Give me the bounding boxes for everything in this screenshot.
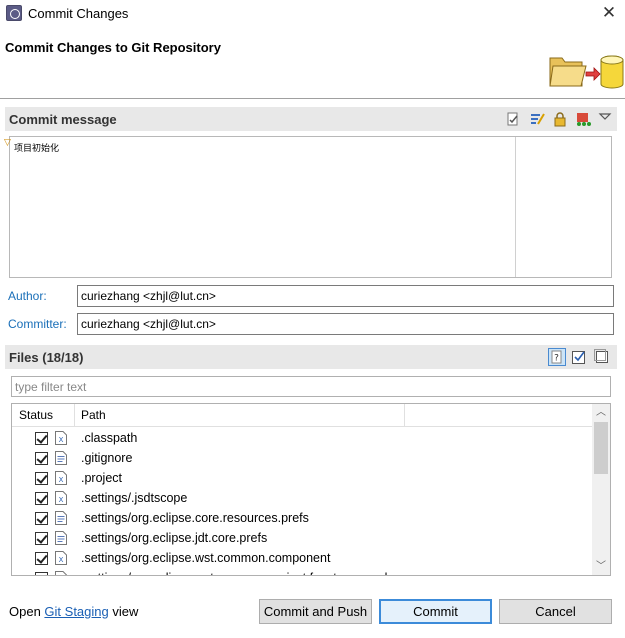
banner-separator bbox=[0, 98, 625, 99]
xml-file-icon: X bbox=[55, 571, 67, 575]
table-row[interactable]: .settings/org.eclipse.core.resources.pre… bbox=[12, 508, 592, 528]
select-all-icon[interactable] bbox=[571, 349, 587, 365]
files-header: Files (18/18) ? bbox=[5, 345, 617, 369]
file-checkbox[interactable] bbox=[35, 532, 48, 545]
xml-file-icon: X bbox=[55, 471, 67, 485]
file-path: .classpath bbox=[81, 431, 138, 445]
commit-message-header: Commit message bbox=[5, 107, 617, 131]
dialog-banner: Commit Changes to Git Repository bbox=[0, 28, 625, 98]
table-row[interactable]: .gitignore bbox=[12, 448, 592, 468]
commit-message-title: Commit message bbox=[9, 112, 117, 127]
amend-icon[interactable] bbox=[529, 111, 545, 127]
xml-file-icon: X bbox=[55, 551, 67, 565]
commit-message-text[interactable]: 项目初始化 bbox=[14, 141, 59, 154]
cancel-button[interactable]: Cancel bbox=[499, 599, 612, 624]
file-checkbox[interactable] bbox=[35, 432, 48, 445]
title-bar: Commit Changes ✕ bbox=[0, 0, 625, 28]
table-row[interactable]: X .settings/org.eclipse.wst.common.compon… bbox=[12, 548, 592, 568]
column-divider[interactable] bbox=[404, 404, 405, 427]
text-file-icon bbox=[55, 451, 67, 465]
table-row[interactable]: X .classpath bbox=[12, 428, 592, 448]
table-row[interactable]: X .project bbox=[12, 468, 592, 488]
folder-to-repository-icon bbox=[549, 55, 624, 89]
commit-settings-icon[interactable] bbox=[575, 111, 591, 127]
file-path: .settings/org.eclipse.wst.common.project… bbox=[81, 571, 387, 575]
spell-check-icon[interactable] bbox=[505, 111, 521, 127]
scroll-up-icon[interactable]: ︿ bbox=[592, 404, 610, 421]
files-scrollbar[interactable]: ︿ ﹀ bbox=[592, 404, 610, 575]
column-status[interactable]: Status bbox=[19, 408, 53, 422]
sign-off-icon[interactable] bbox=[552, 111, 568, 127]
show-untracked-icon[interactable]: ? bbox=[548, 348, 566, 366]
close-icon[interactable]: ✕ bbox=[598, 3, 620, 25]
file-path: .settings/org.eclipse.core.resources.pre… bbox=[81, 511, 309, 525]
text-file-icon bbox=[55, 531, 67, 545]
content-assist-marker: ▽ bbox=[4, 137, 11, 147]
open-staging-text: Open Git Staging view bbox=[9, 604, 138, 619]
commit-and-push-button[interactable]: Commit and Push bbox=[259, 599, 372, 624]
eclipse-app-icon bbox=[6, 5, 22, 21]
xml-file-icon: X bbox=[55, 431, 67, 445]
open-suffix: view bbox=[108, 604, 139, 619]
files-table-body: X .classpath .gitignore X .project X .settings… bbox=[12, 428, 592, 575]
svg-text:X: X bbox=[59, 556, 64, 564]
files-title: Files (18/18) bbox=[9, 350, 84, 365]
file-path: .gitignore bbox=[81, 451, 133, 465]
banner-title: Commit Changes to Git Repository bbox=[5, 40, 221, 55]
file-checkbox[interactable] bbox=[35, 572, 48, 575]
scroll-down-icon[interactable]: ﹀ bbox=[592, 558, 610, 575]
file-checkbox[interactable] bbox=[35, 452, 48, 465]
author-field[interactable] bbox=[77, 285, 614, 307]
text-file-icon bbox=[55, 511, 67, 525]
table-row[interactable]: .settings/org.eclipse.jdt.core.prefs bbox=[12, 528, 592, 548]
scrollbar-thumb[interactable] bbox=[594, 422, 608, 474]
file-path: .settings/.jsdtscope bbox=[81, 491, 188, 505]
file-checkbox[interactable] bbox=[35, 512, 48, 525]
file-path: .settings/org.eclipse.jdt.core.prefs bbox=[81, 531, 268, 545]
commit-button[interactable]: Commit bbox=[379, 599, 492, 624]
author-label: Author: bbox=[8, 289, 47, 303]
file-checkbox[interactable] bbox=[35, 472, 48, 485]
window-title: Commit Changes bbox=[28, 6, 129, 21]
table-row[interactable]: X .settings/org.eclipse.wst.common.projec… bbox=[12, 568, 592, 575]
message-ruler bbox=[515, 137, 516, 277]
file-checkbox[interactable] bbox=[35, 552, 48, 565]
open-prefix: Open bbox=[9, 604, 45, 619]
committer-label: Committer: bbox=[8, 317, 67, 331]
column-path[interactable]: Path bbox=[81, 408, 106, 422]
commit-message-editor[interactable]: 项目初始化 bbox=[9, 136, 612, 278]
file-path: .project bbox=[81, 471, 122, 485]
file-filter-input[interactable] bbox=[11, 376, 611, 397]
files-table-header: Status Path bbox=[12, 404, 592, 427]
column-divider[interactable] bbox=[74, 404, 75, 427]
git-staging-link[interactable]: Git Staging bbox=[44, 604, 108, 619]
file-path: .settings/org.eclipse.wst.common.compone… bbox=[81, 551, 331, 565]
xml-file-icon: X bbox=[55, 491, 67, 505]
committer-field[interactable] bbox=[77, 313, 614, 335]
file-checkbox[interactable] bbox=[35, 492, 48, 505]
svg-text:X: X bbox=[59, 496, 64, 504]
dropdown-icon[interactable] bbox=[597, 109, 613, 125]
files-table: Status Path X .classpath .gitignore X .proje… bbox=[11, 403, 611, 576]
deselect-all-icon[interactable] bbox=[594, 349, 610, 365]
table-row[interactable]: X .settings/.jsdtscope bbox=[12, 488, 592, 508]
svg-text:X: X bbox=[59, 476, 64, 484]
svg-text:X: X bbox=[59, 436, 64, 444]
svg-text:?: ? bbox=[554, 354, 559, 364]
